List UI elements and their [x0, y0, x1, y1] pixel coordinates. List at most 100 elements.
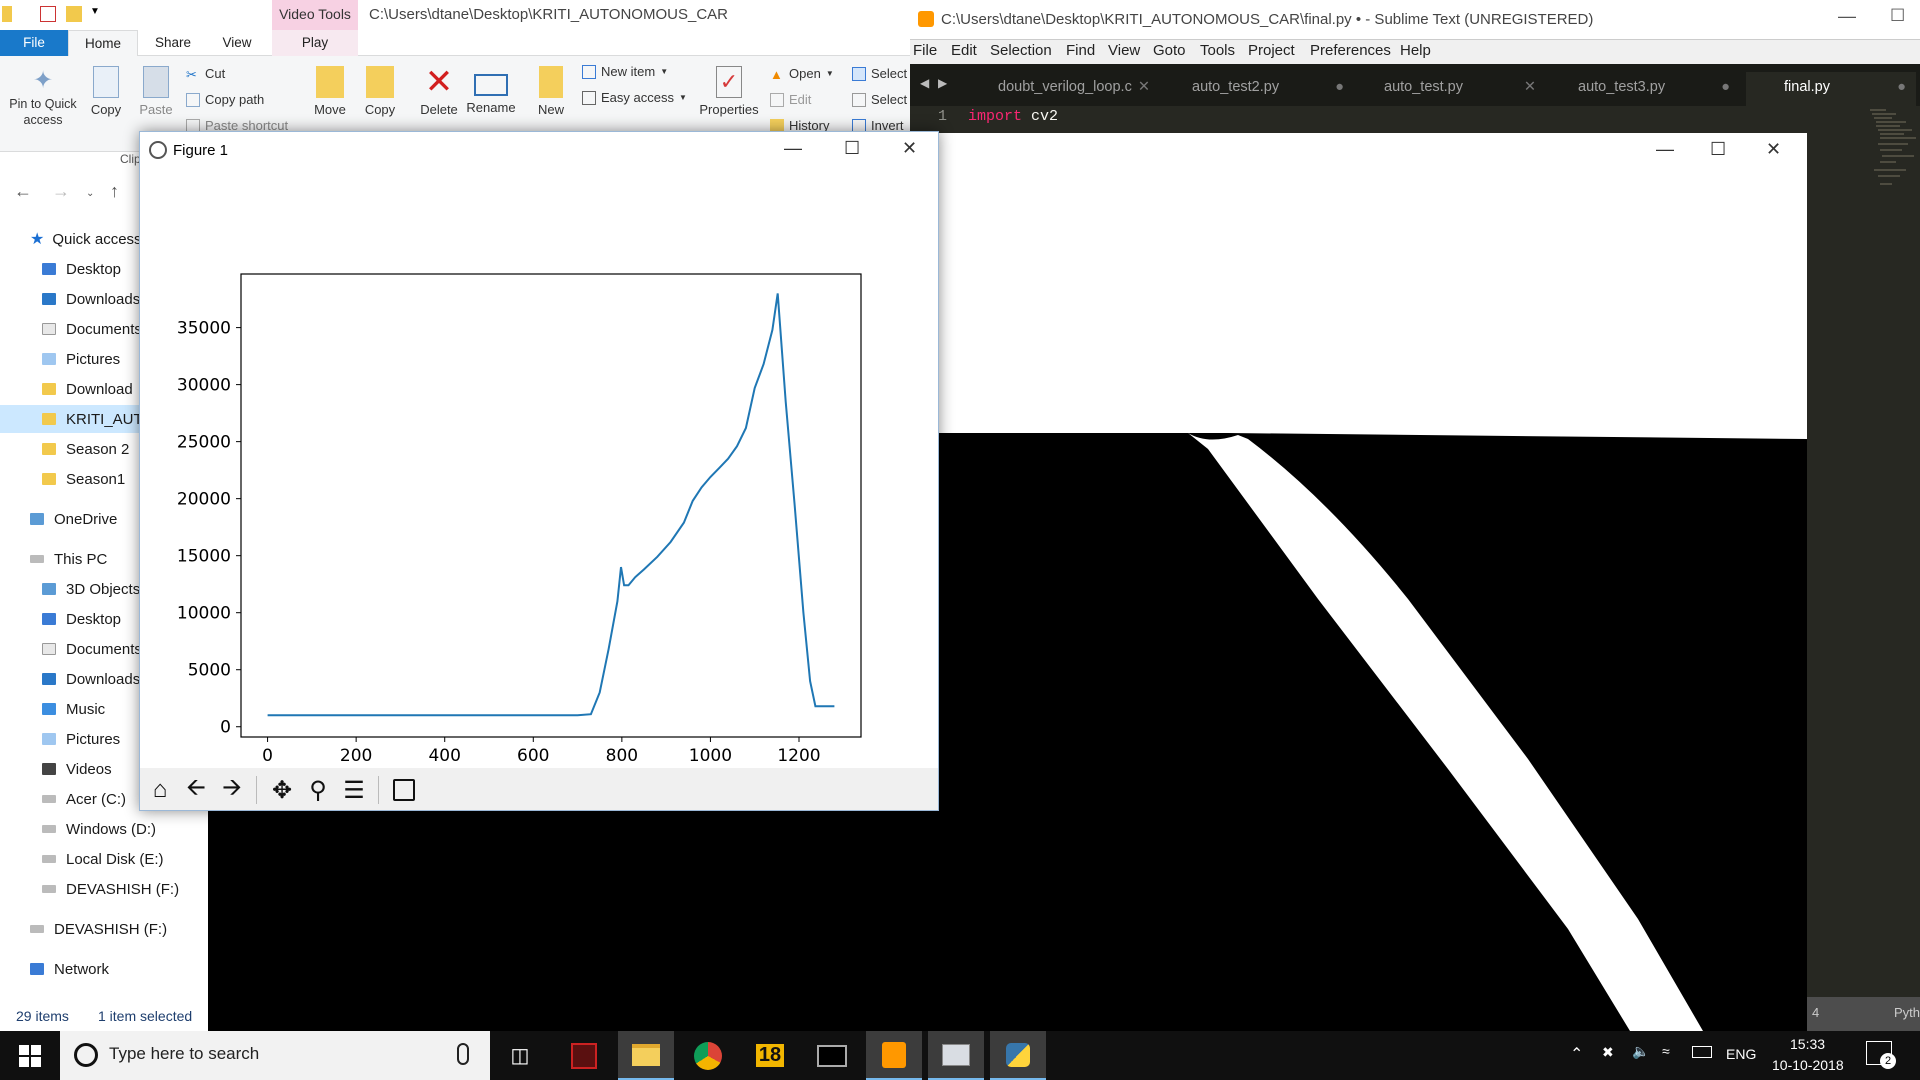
- tab-home[interactable]: Home: [68, 30, 138, 57]
- sidebar-item-local-disk-e[interactable]: Local Disk (E:): [0, 845, 205, 873]
- tab-auto-test2[interactable]: auto_test2.py ●: [1164, 72, 1354, 106]
- chevron-up-icon[interactable]: ⌃: [1570, 1044, 1583, 1064]
- language-indicator[interactable]: ENG: [1726, 1046, 1756, 1062]
- menu-tools[interactable]: Tools: [1200, 42, 1235, 59]
- chevron-down-icon[interactable]: ⌄: [86, 188, 94, 199]
- back-arrow-icon[interactable]: 🡨: [180, 774, 212, 806]
- tab-scroll-left-icon[interactable]: ◀: [920, 76, 929, 90]
- tab-file[interactable]: File: [0, 30, 68, 56]
- clock-time[interactable]: 15:33: [1790, 1036, 1825, 1052]
- easy-access-button[interactable]: Easy access ▼: [582, 90, 687, 105]
- wifi-icon[interactable]: ≈: [1662, 1043, 1670, 1059]
- clock-date[interactable]: 10-10-2018: [1772, 1057, 1844, 1073]
- new-folder-button[interactable]: New: [534, 66, 568, 117]
- start-button[interactable]: [2, 1031, 58, 1080]
- forward-arrow-icon[interactable]: →: [52, 181, 70, 202]
- menu-edit[interactable]: Edit: [951, 42, 977, 59]
- tab-auto-test[interactable]: auto_test.py ✕: [1356, 72, 1546, 106]
- search-box[interactable]: Type here to search: [60, 1031, 490, 1080]
- copy-path-icon: [186, 92, 200, 107]
- close-icon[interactable]: ✕: [902, 138, 917, 159]
- battery-icon[interactable]: [1692, 1046, 1712, 1058]
- forward-arrow-icon[interactable]: 🡪: [216, 774, 248, 806]
- sidebar-item-windows-d[interactable]: Windows (D:): [0, 815, 205, 843]
- maximize-icon[interactable]: ☐: [1710, 139, 1726, 160]
- code-line[interactable]: 1 import cv2: [908, 108, 1920, 130]
- sublime-text-icon[interactable]: [866, 1031, 922, 1080]
- tab-share[interactable]: Share: [148, 30, 198, 56]
- status-line-info[interactable]: 4: [1812, 1005, 1819, 1020]
- file-explorer-icon[interactable]: [618, 1031, 674, 1080]
- unsaved-dot-icon[interactable]: ●: [1897, 72, 1906, 102]
- minimize-icon[interactable]: —: [1838, 6, 1856, 27]
- open-button[interactable]: ▲ Open ▼: [770, 66, 834, 82]
- menu-preferences[interactable]: Preferences: [1310, 42, 1391, 59]
- pan-icon[interactable]: ✥: [266, 774, 298, 806]
- menu-help[interactable]: Help: [1400, 42, 1431, 59]
- configure-subplots-icon[interactable]: ☰: [338, 774, 370, 806]
- delete-button[interactable]: ✕ Delete: [416, 65, 462, 117]
- tab-doubt-verilog[interactable]: doubt_verilog_loop.c ✕: [970, 72, 1160, 106]
- pin-to-quick-access-button[interactable]: ✦ Pin to Quick access: [4, 66, 82, 128]
- move-to-button[interactable]: Move: [310, 66, 350, 117]
- line-chart[interactable]: 0 200 400 600 800 1000 1200 0 5000 10000 15000 200…: [140, 168, 938, 768]
- volume-icon[interactable]: 🔈: [1632, 1043, 1649, 1060]
- badge-18-icon[interactable]: 18: [742, 1031, 798, 1080]
- paste-button[interactable]: Paste: [136, 66, 176, 117]
- tab-final[interactable]: final.py ●: [1746, 72, 1916, 106]
- copy-button[interactable]: Copy: [86, 66, 126, 117]
- menu-file[interactable]: File: [913, 42, 937, 59]
- microphone-icon[interactable]: [457, 1043, 469, 1065]
- rename-icon: [474, 74, 508, 96]
- chevron-down-icon[interactable]: ▼: [90, 6, 106, 22]
- tab-view[interactable]: View: [212, 30, 262, 56]
- copy-path-button[interactable]: Copy path: [186, 92, 264, 107]
- zoom-icon[interactable]: ⚲: [302, 774, 334, 806]
- minimize-icon[interactable]: —: [784, 138, 802, 159]
- menu-selection[interactable]: Selection: [990, 42, 1052, 59]
- edit-button[interactable]: Edit: [770, 92, 811, 107]
- folder-icon[interactable]: [2, 6, 12, 22]
- tab-auto-test3[interactable]: auto_test3.py ●: [1550, 72, 1740, 106]
- predator-icon[interactable]: [556, 1031, 612, 1080]
- save-icon[interactable]: [388, 774, 420, 806]
- rename-button[interactable]: Rename: [466, 66, 516, 115]
- chrome-icon[interactable]: [680, 1031, 736, 1080]
- properties-button[interactable]: ✓ Properties: [696, 66, 762, 117]
- menu-view[interactable]: View: [1108, 42, 1140, 59]
- new-folder-icon[interactable]: [66, 6, 82, 22]
- minimap[interactable]: [1856, 106, 1920, 226]
- menu-find[interactable]: Find: [1066, 42, 1095, 59]
- sidebar-item-network[interactable]: Network: [0, 955, 205, 983]
- task-view-icon[interactable]: ◫: [492, 1031, 548, 1080]
- sidebar-item-devashish-f[interactable]: DEVASHISH (F:): [0, 875, 205, 903]
- home-icon[interactable]: ⌂: [144, 774, 176, 806]
- sidebar-item-devashish-f[interactable]: DEVASHISH (F:): [0, 915, 205, 943]
- tab-scroll-right-icon[interactable]: ▶: [938, 76, 947, 90]
- maximize-icon[interactable]: ☐: [1890, 6, 1905, 26]
- up-arrow-icon[interactable]: ↑: [110, 181, 119, 202]
- unsaved-dot-icon[interactable]: ●: [1721, 72, 1730, 102]
- close-icon[interactable]: ✕: [1524, 72, 1536, 102]
- close-icon[interactable]: ✕: [1138, 72, 1150, 102]
- menu-goto[interactable]: Goto: [1153, 42, 1186, 59]
- new-item-button[interactable]: New item ▼: [582, 64, 668, 79]
- select-all-button[interactable]: Select: [852, 66, 907, 81]
- task-view-glyph: ◫: [510, 1045, 530, 1067]
- copy-to-button[interactable]: Copy: [360, 66, 400, 117]
- properties-check-icon[interactable]: [40, 6, 56, 22]
- network-disabled-icon[interactable]: ✖: [1602, 1044, 1614, 1061]
- tab-play[interactable]: Play: [272, 30, 358, 56]
- terminal-icon[interactable]: [804, 1031, 860, 1080]
- maximize-icon[interactable]: ☐: [844, 138, 860, 159]
- status-syntax[interactable]: Pyth: [1894, 1005, 1920, 1020]
- close-icon[interactable]: ✕: [1766, 139, 1781, 160]
- unsaved-dot-icon[interactable]: ●: [1335, 72, 1344, 102]
- back-arrow-icon[interactable]: ←: [14, 181, 32, 202]
- menu-project[interactable]: Project: [1248, 42, 1295, 59]
- select-none-button[interactable]: Select: [852, 92, 907, 107]
- python-icon[interactable]: [990, 1031, 1046, 1080]
- python-figure-icon[interactable]: [928, 1031, 984, 1080]
- cut-button[interactable]: ✂ Cut: [186, 66, 225, 82]
- minimize-icon[interactable]: —: [1656, 139, 1674, 160]
